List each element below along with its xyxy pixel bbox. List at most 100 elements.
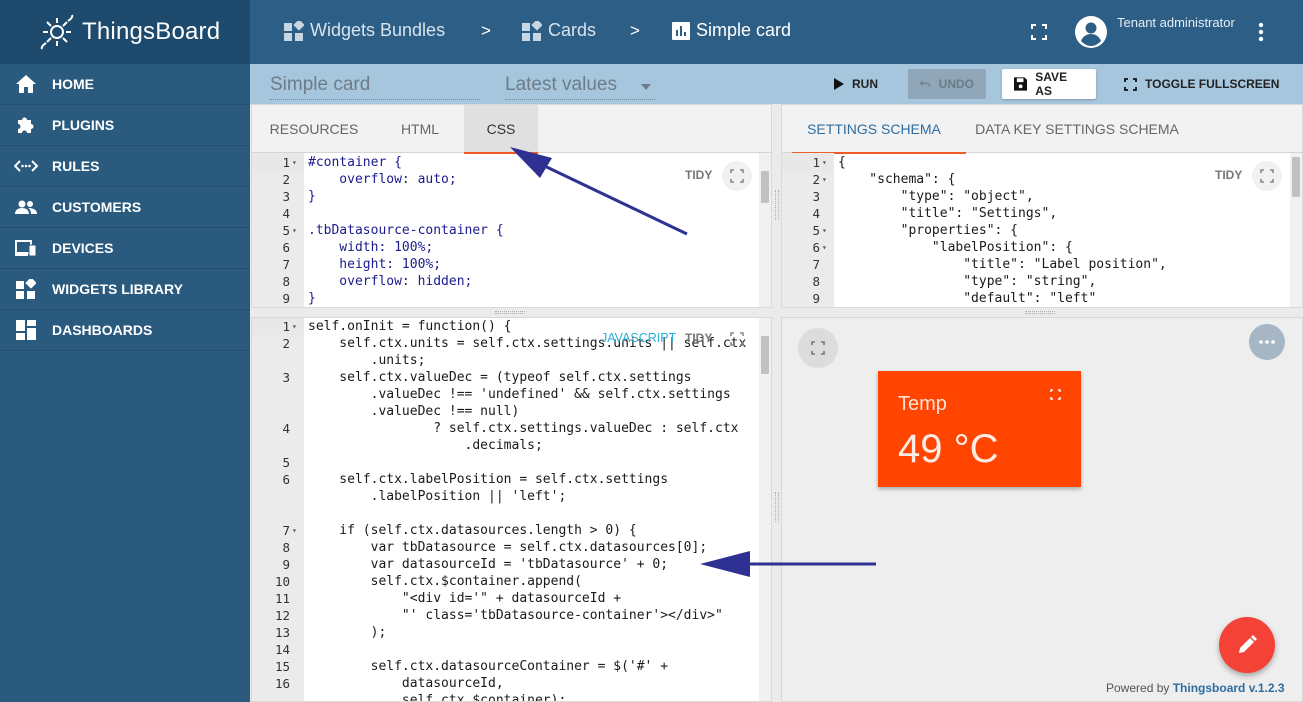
run-label: RUN: [852, 77, 878, 91]
top-bar: Widgets Bundles > Cards > Simple card Te…: [250, 0, 1303, 64]
sidebar: ThingsBoard HOME PLUGINS RULES CUSTOMERS…: [0, 0, 250, 702]
user-name: Tenant administrator: [1117, 15, 1235, 30]
dropdown-arrow-icon: [641, 84, 651, 90]
horizontal-splitter-handle[interactable]: [1025, 311, 1055, 314]
fold-toggle-icon[interactable]: ▾: [822, 175, 827, 184]
people-icon: [0, 200, 52, 214]
editor-fullscreen-button[interactable]: [722, 161, 752, 191]
breadcrumb-cards[interactable]: Cards: [522, 20, 596, 41]
tab-data-key-settings-schema[interactable]: DATA KEY SETTINGS SCHEMA: [972, 105, 1182, 153]
line-number: 9: [282, 291, 290, 306]
fold-toggle-icon[interactable]: ▾: [292, 526, 297, 535]
line-number: 5: [282, 223, 290, 238]
code-line: }: [308, 189, 316, 204]
editor-fullscreen-button[interactable]: [722, 324, 752, 354]
tidy-button[interactable]: TIDY: [685, 168, 712, 182]
tab-css[interactable]: CSS: [464, 105, 538, 154]
logo-text: ThingsBoard: [82, 18, 221, 45]
code-line: "properties": {: [838, 223, 1019, 238]
breadcrumb-simple-card: Simple card: [672, 20, 791, 41]
toggle-fullscreen-button[interactable]: TOGGLE FULLSCREEN: [1112, 69, 1291, 99]
fold-toggle-icon[interactable]: ▾: [822, 243, 827, 252]
preview-fullscreen-button[interactable]: [798, 328, 838, 368]
sidebar-item-plugins[interactable]: PLUGINS: [0, 105, 250, 146]
line-number: 6: [812, 240, 820, 255]
widget-preview: Temp 49 °C Powered by Thingsboard v.1.2.…: [781, 317, 1303, 702]
widgets-icon: [284, 20, 304, 41]
fold-toggle-icon[interactable]: ▾: [822, 158, 827, 167]
editor-scrollbar[interactable]: [1290, 153, 1302, 307]
fullscreen-icon: [1031, 24, 1047, 40]
simple-card-widget[interactable]: Temp 49 °C: [878, 371, 1081, 487]
line-number: 5: [812, 223, 820, 238]
widget-type-select[interactable]: Latest values: [505, 74, 655, 100]
tab-settings-schema[interactable]: SETTINGS SCHEMA: [792, 105, 966, 154]
line-number: 1: [282, 319, 290, 334]
sidebar-item-home[interactable]: HOME: [0, 64, 250, 105]
line-number-gutter: 1 ▾ 2 3 4 5 ▾ 6 7 8 9: [252, 153, 304, 307]
tidy-button[interactable]: TIDY: [1215, 168, 1242, 182]
more-vert-icon: [1258, 22, 1264, 42]
code-line: "type": "object",: [838, 189, 1034, 204]
tidy-button[interactable]: TIDY: [685, 331, 712, 345]
user-avatar[interactable]: [1074, 15, 1108, 54]
sidebar-item-dashboards[interactable]: DASHBOARDS: [0, 310, 250, 351]
code-line: "schema": {: [838, 172, 956, 187]
scrollbar-thumb[interactable]: [761, 171, 769, 203]
javascript-code-editor[interactable]: 1▾234567▾891011121314151617self.onInit =…: [252, 318, 771, 701]
line-number: 1: [282, 155, 290, 170]
code-line: self.ctx.datasourceContainer = $('#' +: [308, 659, 669, 674]
logo[interactable]: ThingsBoard: [0, 0, 250, 64]
run-button[interactable]: RUN: [822, 69, 890, 99]
code-area[interactable]: self.onInit = function() { self.ctx.unit…: [304, 318, 759, 701]
fold-toggle-icon[interactable]: ▾: [292, 158, 297, 167]
save-as-button[interactable]: SAVE AS: [1002, 69, 1096, 99]
scrollbar-thumb[interactable]: [761, 336, 769, 374]
editor-scrollbar[interactable]: [759, 153, 771, 307]
language-label: JAVASCRIPT: [601, 331, 677, 345]
line-number: 2: [282, 336, 290, 351]
code-line: .labelPosition || 'left';: [308, 489, 567, 504]
right-tabs: SETTINGS SCHEMA DATA KEY SETTINGS SCHEMA: [782, 105, 1302, 154]
more-menu-button[interactable]: [1256, 22, 1266, 47]
code-line: var tbDatasource = self.ctx.datasources[…: [308, 540, 708, 555]
code-line: );: [308, 625, 387, 640]
javascript-panel: 1▾234567▾891011121314151617self.onInit =…: [251, 317, 772, 702]
sidebar-item-customers[interactable]: CUSTOMERS: [0, 187, 250, 228]
vertical-splitter-handle[interactable]: [775, 190, 779, 220]
line-number: 3: [282, 189, 290, 204]
more-horiz-icon: [1259, 340, 1275, 344]
fold-toggle-icon[interactable]: ▾: [822, 226, 827, 235]
tab-html[interactable]: HTML: [384, 105, 456, 153]
breadcrumb-widgets-bundles[interactable]: Widgets Bundles: [284, 20, 445, 41]
code-line: overflow: auto;: [308, 172, 457, 187]
line-number: 2: [812, 172, 820, 187]
preview-more-button[interactable]: [1249, 324, 1285, 360]
sidebar-item-widgets-library[interactable]: WIDGETS LIBRARY: [0, 269, 250, 310]
horizontal-splitter-handle[interactable]: [495, 311, 525, 314]
tab-resources[interactable]: RESOURCES: [264, 105, 364, 153]
editor-scrollbar[interactable]: [759, 318, 771, 701]
editor-fullscreen-button[interactable]: [1252, 161, 1282, 191]
breadcrumb-separator: >: [630, 21, 640, 40]
sidebar-item-label: PLUGINS: [52, 117, 115, 133]
code-line: .decimals;: [308, 438, 543, 453]
fold-toggle-icon[interactable]: ▾: [292, 226, 297, 235]
powered-by-link[interactable]: Thingsboard v.1.2.3: [1173, 681, 1285, 695]
powered-by-text: Powered by: [1106, 681, 1170, 695]
edit-fab-button[interactable]: [1219, 617, 1275, 673]
widget-name-field[interactable]: Simple card: [270, 74, 480, 100]
line-number: 16: [274, 676, 290, 691]
fold-toggle-icon[interactable]: ▾: [292, 322, 297, 331]
sidebar-menu: HOME PLUGINS RULES CUSTOMERS DEVICES WID…: [0, 64, 250, 351]
fullscreen-button[interactable]: [1031, 24, 1047, 45]
vertical-splitter-handle[interactable]: [775, 492, 779, 522]
bar-chart-icon: [672, 21, 690, 40]
sidebar-item-devices[interactable]: DEVICES: [0, 228, 250, 269]
line-number: 14: [274, 642, 290, 657]
card-fullscreen-icon[interactable]: [1050, 389, 1061, 400]
scrollbar-thumb[interactable]: [1292, 157, 1300, 197]
undo-button[interactable]: UNDO: [908, 69, 986, 99]
sidebar-item-rules[interactable]: RULES: [0, 146, 250, 187]
code-line: }: [308, 291, 316, 306]
